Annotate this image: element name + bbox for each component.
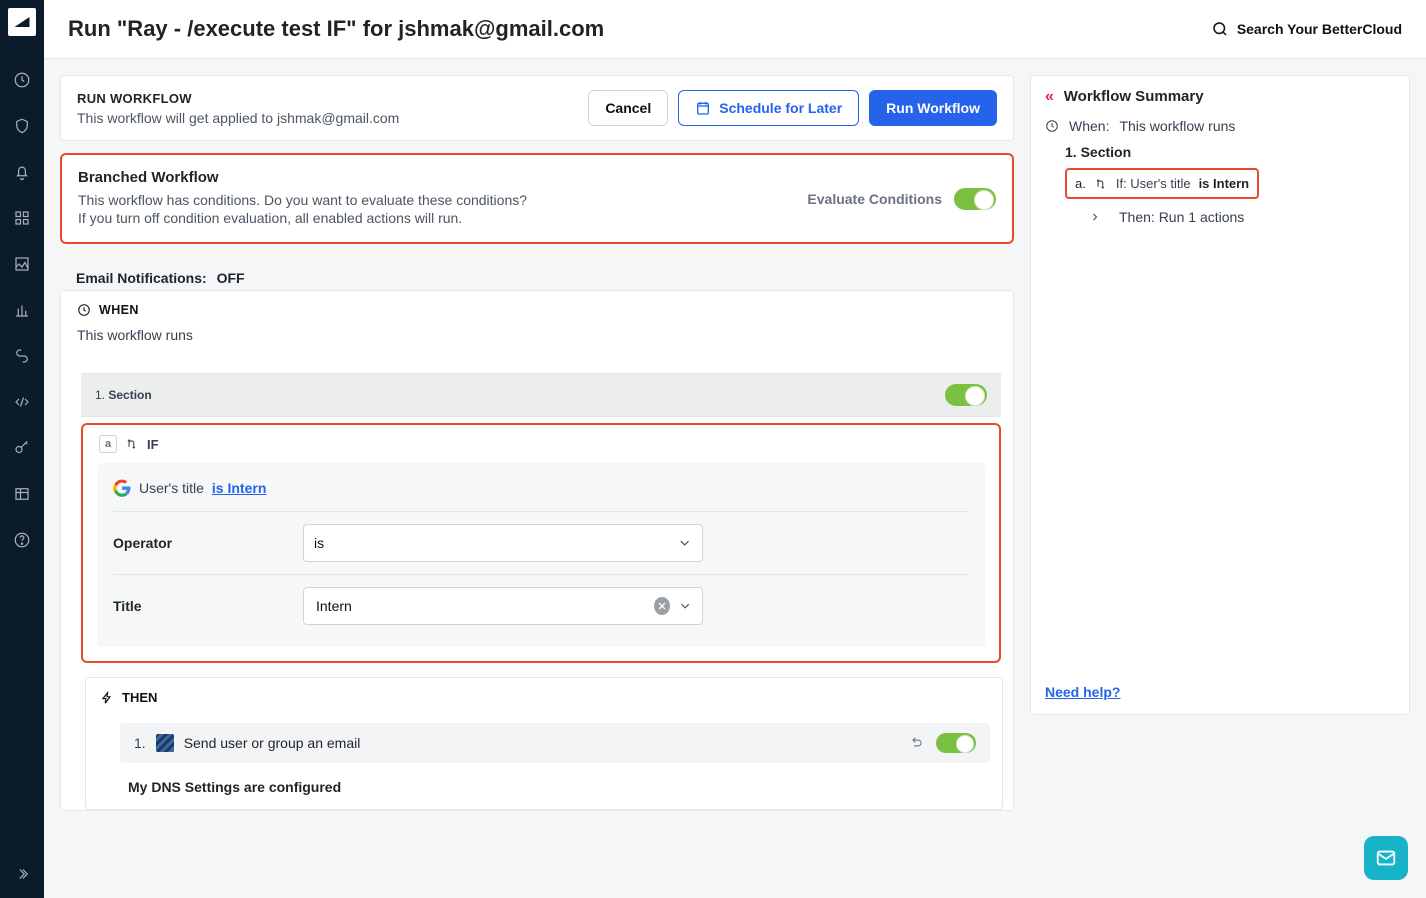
then-action-row: 1. Send user or group an email: [120, 723, 990, 763]
branch-icon: [125, 437, 139, 451]
evaluate-conditions-toggle[interactable]: [954, 188, 996, 210]
top-bar: Run "Ray - /execute test IF" for jshmak@…: [44, 0, 1426, 59]
action-app-icon: [156, 734, 174, 752]
page-title: Run "Ray - /execute test IF" for jshmak@…: [68, 16, 604, 42]
schedule-button-label: Schedule for Later: [719, 100, 842, 116]
run-header: RUN WORKFLOW This workflow will get appl…: [60, 75, 1014, 141]
condition-text-prefix: User's title: [139, 480, 204, 496]
summary-cond-value: is Intern: [1199, 176, 1250, 191]
title-label: Title: [113, 598, 303, 614]
summary-condition-highlight: a. If: User's title is Intern: [1065, 168, 1259, 199]
clock-icon: [77, 303, 91, 317]
schedule-button[interactable]: Schedule for Later: [678, 90, 859, 126]
summary-section: 1. Section: [1065, 144, 1395, 160]
email-notifications: Email Notifications: OFF: [60, 256, 1014, 290]
nav-code-icon[interactable]: [10, 390, 34, 414]
summary-title: Workflow Summary: [1064, 88, 1204, 105]
clear-icon[interactable]: [654, 597, 670, 615]
then-panel: THEN 1. Send user or group an email: [85, 677, 1003, 810]
google-icon: [113, 479, 131, 497]
run-workflow-button[interactable]: Run Workflow: [869, 90, 997, 126]
nav-image-icon[interactable]: [10, 252, 34, 276]
section-label: Section: [108, 388, 151, 402]
then-config-title: My DNS Settings are configured: [86, 773, 1002, 809]
summary-then: Then: Run 1 actions: [1119, 209, 1244, 225]
summary-when-label: When:: [1069, 118, 1109, 134]
operator-select[interactable]: is: [303, 524, 703, 562]
bolt-icon: [100, 691, 114, 705]
operator-label: Operator: [113, 535, 303, 551]
workflow-summary-panel: « Workflow Summary When: This workflow r…: [1030, 75, 1410, 715]
support-fab[interactable]: [1364, 836, 1408, 880]
summary-when-value: This workflow runs: [1119, 118, 1235, 134]
operator-value: is: [314, 535, 677, 551]
email-notifications-label: Email Notifications:: [76, 270, 207, 286]
summary-cond-prefix: a.: [1075, 176, 1086, 191]
chevron-down-icon: [678, 598, 692, 614]
run-header-subtitle: This workflow will get applied to jshmak…: [77, 110, 399, 126]
nav-apps-icon[interactable]: [10, 206, 34, 230]
nav-table-icon[interactable]: [10, 482, 34, 506]
branched-line2: If you turn off condition evaluation, al…: [78, 210, 996, 226]
evaluate-conditions-label: Evaluate Conditions: [807, 191, 942, 207]
then-item-num: 1.: [134, 735, 146, 751]
mail-icon: [1375, 847, 1397, 869]
chevron-right-icon[interactable]: [1089, 211, 1101, 223]
left-nav-rail: [0, 0, 44, 898]
summary-cond-label: If: User's title: [1116, 176, 1191, 191]
chevron-down-icon: [677, 535, 692, 551]
if-label: IF: [147, 437, 159, 452]
workflow-body: WHEN This workflow runs 1. Section: [60, 290, 1014, 811]
clock-icon: [1045, 119, 1059, 133]
title-input[interactable]: [314, 597, 654, 615]
nav-expand-icon[interactable]: [10, 862, 34, 886]
then-label: THEN: [122, 690, 157, 705]
nav-bell-icon[interactable]: [10, 160, 34, 184]
nav-key-icon[interactable]: [10, 436, 34, 460]
email-notifications-state: OFF: [217, 270, 245, 286]
then-item-text: Send user or group an email: [184, 735, 361, 751]
need-help-link[interactable]: Need help?: [1045, 684, 1120, 700]
section-number: 1.: [95, 388, 105, 402]
when-desc: This workflow runs: [77, 327, 997, 343]
condition-link[interactable]: is Intern: [212, 480, 266, 496]
branched-title: Branched Workflow: [78, 169, 996, 186]
cancel-button[interactable]: Cancel: [588, 90, 668, 126]
branched-workflow-panel: Branched Workflow This workflow has cond…: [60, 153, 1014, 244]
collapse-icon[interactable]: «: [1045, 88, 1054, 105]
global-search-label: Search Your BetterCloud: [1237, 21, 1402, 37]
nav-help-icon[interactable]: [10, 528, 34, 552]
then-action-toggle[interactable]: [936, 733, 976, 753]
nav-chart-icon[interactable]: [10, 298, 34, 322]
when-label: WHEN: [99, 303, 139, 317]
global-search[interactable]: Search Your BetterCloud: [1211, 20, 1402, 38]
nav-dashboard-icon[interactable]: [10, 68, 34, 92]
search-icon: [1211, 20, 1229, 38]
branch-icon: [1094, 177, 1108, 191]
condition-badge: a: [99, 435, 117, 453]
nav-link-icon[interactable]: [10, 344, 34, 368]
section-bar: 1. Section: [81, 373, 1001, 417]
app-logo[interactable]: [8, 8, 36, 36]
if-condition-panel: a IF User's title: [81, 423, 1001, 663]
redo-icon[interactable]: [910, 736, 924, 750]
title-combobox[interactable]: [303, 587, 703, 625]
calendar-icon: [695, 100, 711, 116]
section-toggle[interactable]: [945, 384, 987, 406]
nav-shield-icon[interactable]: [10, 114, 34, 138]
run-header-title: RUN WORKFLOW: [77, 91, 399, 106]
